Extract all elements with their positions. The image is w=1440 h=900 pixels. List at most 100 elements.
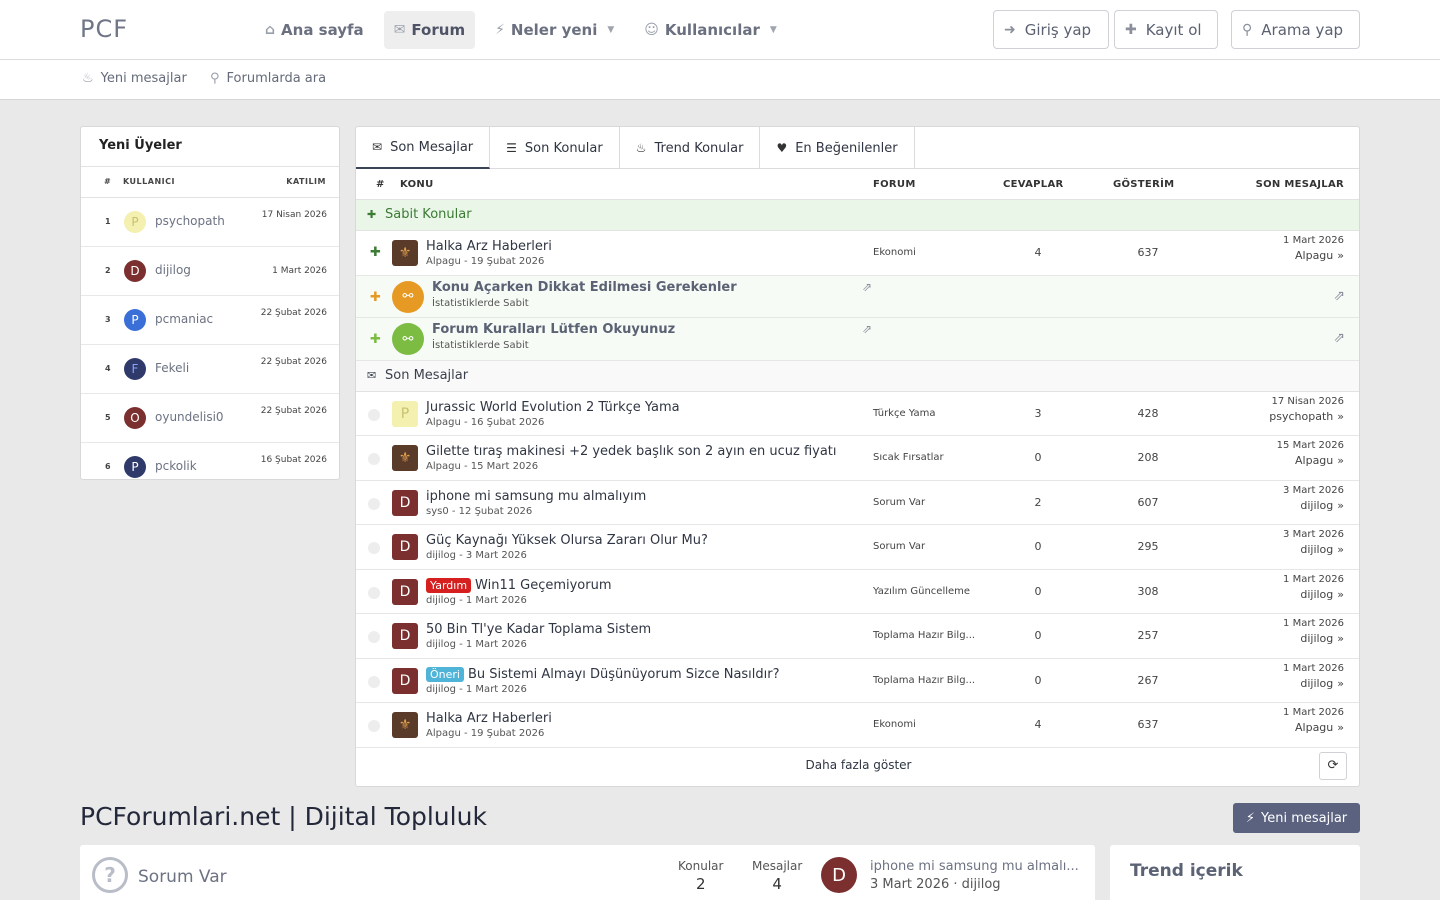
show-more-link[interactable]: Daha fazla göster [356, 758, 1361, 772]
member-row[interactable]: 3 Ppcmaniac 22 Şubat 2026 [81, 296, 339, 345]
sticky-link-row[interactable]: ✚ ⚯ Konu Açarken Dikkat Edilmesi Gerekenle… [356, 275, 1359, 318]
thread-title-text[interactable]: Güç Kaynağı Yüksek Olursa Zararı Olur Mu… [426, 533, 708, 548]
thread-last-post[interactable]: 1 Mart 2026 dijilog » [1283, 618, 1344, 645]
thread-title-text[interactable]: iphone mi samsung mu almalıyım [426, 489, 646, 504]
tab-latest-posts[interactable]: ✉ Son Mesajlar [356, 127, 491, 169]
unread-indicator[interactable] [368, 453, 380, 465]
last-post-user[interactable]: Alpagu » [1277, 454, 1344, 467]
last-post-user[interactable]: dijilog » [1283, 543, 1344, 556]
thread-forum[interactable]: Toplama Hazır Bilg... [873, 675, 975, 686]
nav-home[interactable]: ⌂ Ana sayfa [255, 11, 374, 49]
thread-title[interactable]: Güç Kaynağı Yüksek Olursa Zararı Olur Mu… [426, 533, 708, 548]
thread-last-post[interactable]: 1 Mart 2026 dijilog » [1283, 663, 1344, 690]
last-post-username[interactable]: Alpagu [1295, 249, 1333, 262]
last-post-user[interactable]: dijilog » [1283, 632, 1344, 645]
thread-title[interactable]: Gilette tıraş makinesi +2 yedek başlık s… [426, 444, 837, 459]
member-name[interactable]: pcmaniac [155, 312, 213, 326]
thread-row[interactable]: D Öneri Bu Sistemi Almayı Düşünüyorum Sizc… [356, 659, 1359, 703]
last-post-user[interactable]: psychopath » [1269, 410, 1344, 423]
nav-whats-new[interactable]: ⚡ Neler yeni ▼ [485, 11, 624, 49]
member-name[interactable]: pckolik [155, 459, 197, 473]
thread-title[interactable]: iphone mi samsung mu almalıyım [426, 489, 646, 504]
thread-prefix-badge[interactable]: Yardım [426, 577, 472, 593]
thread-title[interactable]: Yardım Win11 Geçemiyorum [426, 577, 612, 593]
thread-last-post[interactable]: 1 Mart 2026 Alpagu » [1283, 235, 1344, 262]
thread-title[interactable]: Jurassic World Evolution 2 Türkçe Yama [426, 400, 680, 415]
unread-indicator[interactable] [368, 720, 380, 732]
search-forums-link[interactable]: ⚲ Forumlarda ara [210, 71, 326, 86]
avatar[interactable]: D [392, 578, 418, 605]
last-post-username[interactable]: Alpagu [1295, 454, 1333, 467]
unread-indicator[interactable] [368, 675, 380, 688]
thread-forum[interactable]: Sorum Var [873, 497, 925, 508]
thread-title-text[interactable]: Halka Arz Haberleri [426, 711, 552, 726]
last-post-username[interactable]: dijilog [1300, 543, 1333, 556]
link-title[interactable]: Forum Kuralları Lütfen Okuyunuz [432, 322, 675, 337]
avatar[interactable]: D [392, 489, 418, 516]
external-link-icon[interactable]: ⇗ [1333, 288, 1345, 304]
thread-title-text[interactable]: Bu Sistemi Almayı Düşünüyorum Sizce Nası… [468, 667, 780, 682]
member-row[interactable]: 4 F Fekeli 22 Şubat 2026 [81, 345, 339, 394]
chevron-double-right-icon[interactable]: » [1337, 588, 1344, 601]
chevron-double-right-icon[interactable]: » [1337, 632, 1344, 645]
thread-row[interactable]: Diphone mi samsung mu almalıyım sys0 - 12… [356, 481, 1359, 525]
avatar[interactable]: ⚜ [392, 712, 418, 738]
thread-row[interactable]: ⚜ Gilette tıraş makinesi +2 yedek başlık … [356, 436, 1359, 481]
nav-members[interactable]: ☺ Kullanıcılar ▼ [634, 11, 787, 49]
member-row[interactable]: 6 Ppckolik 16 Şubat 2026 [81, 443, 339, 492]
thread-row[interactable]: ⚜ Halka Arz Haberleri Alpagu - 19 Şubat 20… [356, 703, 1359, 748]
thread-row[interactable]: P Jurassic World Evolution 2 Türkçe Yama A… [356, 392, 1359, 436]
node-title[interactable]: Sorum Var [138, 867, 227, 887]
tab-trending[interactable]: ♨ Trend Konular [620, 127, 761, 169]
external-link-icon[interactable]: ⇗ [1333, 330, 1345, 346]
last-post-user[interactable]: dijilog » [1283, 499, 1344, 512]
member-name[interactable]: Fekeli [155, 361, 189, 375]
thread-prefix-badge[interactable]: Öneri [426, 666, 464, 682]
thread-row[interactable]: D Güç Kaynağı Yüksek Olursa Zararı Olur M… [356, 525, 1359, 570]
thread-forum[interactable]: Ekonomi [873, 719, 916, 730]
last-post-user[interactable]: Alpagu » [1283, 721, 1344, 734]
thread-last-post[interactable]: 3 Mart 2026 dijilog » [1283, 485, 1344, 512]
link-title[interactable]: Konu Açarken Dikkat Edilmesi Gerekenler [432, 280, 737, 295]
thread-forum[interactable]: Türkçe Yama [873, 408, 936, 419]
avatar[interactable]: D [124, 260, 146, 282]
chevron-down-icon[interactable]: ▼ [770, 25, 777, 35]
search-button[interactable]: ⚲ Arama yap [1231, 10, 1360, 49]
last-post-username[interactable]: dijilog [1300, 499, 1333, 512]
sticky-thread-row[interactable]: ✚ ⚜ Halka Arz Haberleri Alpagu - 19 Şubat 2… [356, 231, 1359, 276]
register-button[interactable]: ✚ Kayıt ol [1114, 10, 1218, 49]
thread-forum[interactable]: Ekonomi [873, 247, 916, 258]
new-posts-link[interactable]: ♨ Yeni mesajlar [82, 71, 187, 86]
node-last-post-title[interactable]: iphone mi samsung mu almalı... [870, 859, 1079, 874]
unread-indicator[interactable] [368, 586, 380, 599]
unread-indicator[interactable] [368, 497, 380, 510]
chevron-double-right-icon[interactable]: » [1337, 454, 1344, 467]
last-post-username[interactable]: psychopath [1269, 410, 1333, 423]
chevron-down-icon[interactable]: ▼ [607, 25, 614, 35]
unread-indicator[interactable] [368, 631, 380, 643]
chevron-double-right-icon[interactable]: » [1337, 721, 1344, 734]
thread-title-text[interactable]: Win11 Geçemiyorum [475, 578, 611, 593]
avatar[interactable]: P [124, 211, 146, 233]
avatar[interactable]: ⚜ [392, 240, 418, 266]
avatar[interactable]: D [392, 667, 418, 694]
member-row[interactable]: 5 Ooyundelisi0 22 Şubat 2026 [81, 394, 339, 443]
member-row[interactable]: 1 Ppsychopath 17 Nisan 2026 [81, 198, 339, 247]
avatar[interactable]: D [392, 623, 418, 649]
thread-title-text[interactable]: Gilette tıraş makinesi +2 yedek başlık s… [426, 444, 837, 459]
last-post-user[interactable]: dijilog » [1283, 677, 1344, 690]
login-button[interactable]: ➜ Giriş yap [993, 10, 1109, 49]
thread-title[interactable]: Öneri Bu Sistemi Almayı Düşünüyorum Sizce… [426, 666, 780, 682]
thread-forum[interactable]: Sorum Var [873, 541, 925, 552]
thread-forum[interactable]: Sıcak Fırsatlar [873, 452, 944, 463]
member-name[interactable]: oyundelisi0 [155, 410, 224, 424]
chevron-double-right-icon[interactable]: » [1337, 499, 1344, 512]
thread-last-post[interactable]: 15 Mart 2026 Alpagu » [1277, 440, 1344, 467]
thread-row[interactable]: D 50 Bin Tl'ye Kadar Toplama Sistem dijilo… [356, 614, 1359, 659]
unread-indicator[interactable] [368, 408, 380, 421]
thread-last-post[interactable]: 1 Mart 2026 Alpagu » [1283, 707, 1344, 734]
avatar[interactable]: ⚜ [392, 445, 418, 471]
chevron-double-right-icon[interactable]: » [1337, 410, 1344, 423]
last-post-username[interactable]: dijilog [1300, 677, 1333, 690]
thread-title[interactable]: Halka Arz Haberleri [426, 239, 552, 254]
